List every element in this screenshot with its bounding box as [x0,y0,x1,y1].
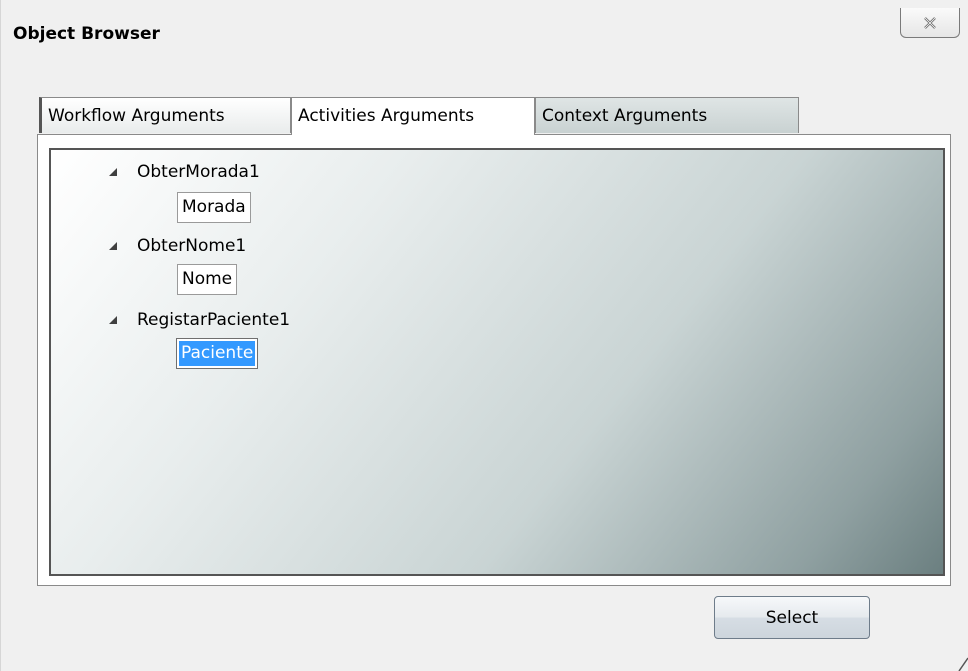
expanded-triangle-icon[interactable] [107,166,119,178]
tab-content: ObterMorada1 Morada ObterNome1 Nome Regi… [37,134,951,586]
expanded-triangle-icon[interactable] [107,240,119,252]
tree-leaf-morada[interactable]: Morada [177,192,251,223]
tab-workflow-arguments[interactable]: Workflow Arguments [39,97,291,133]
tree-leaf-paciente[interactable]: Paciente [176,338,259,369]
tab-context-arguments[interactable]: Context Arguments [535,97,799,133]
select-button[interactable]: Select [714,596,870,639]
close-button[interactable] [900,8,960,38]
tree-view[interactable]: ObterMorada1 Morada ObterNome1 Nome Regi… [49,148,945,576]
tree-node-label: ObterNome1 [137,236,247,256]
tree-node-label: ObterMorada1 [137,162,260,182]
resize-grip-icon[interactable] [951,650,968,671]
tree-node-label: RegistarPaciente1 [137,310,291,330]
tab-activities-arguments[interactable]: Activities Arguments [291,97,535,135]
close-icon [924,16,936,29]
tree-leaf-nome[interactable]: Nome [177,264,238,295]
window-title: Object Browser [13,24,160,44]
object-browser-window: Object Browser Workflow Arguments Activi… [0,0,968,671]
expanded-triangle-icon[interactable] [107,314,119,326]
selected-item-label: Paciente [179,341,256,366]
